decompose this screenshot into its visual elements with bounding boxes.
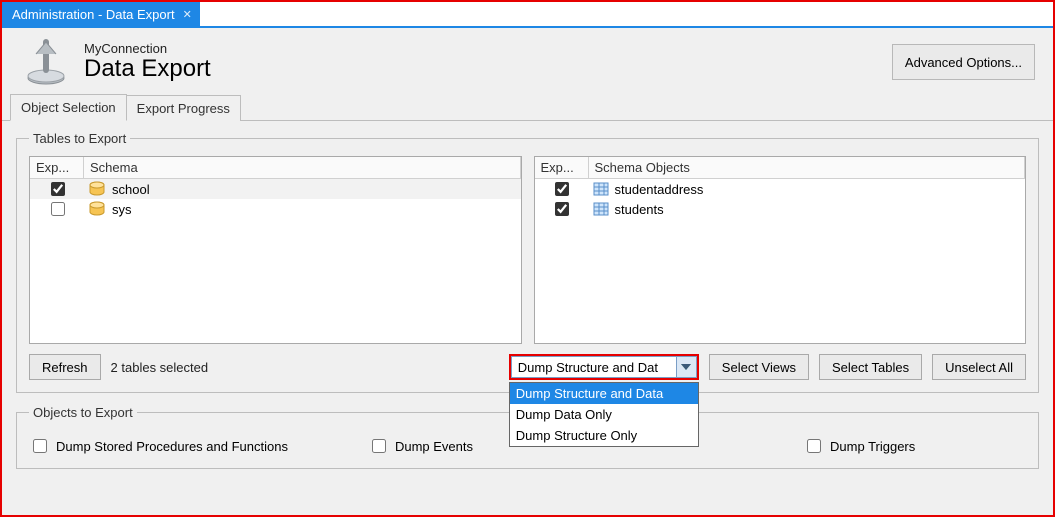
advanced-options-button[interactable]: Advanced Options... [892,44,1035,80]
dump-events-label: Dump Events [395,439,473,454]
schema-col-export[interactable]: Exp... [30,157,84,178]
object-checkbox[interactable] [555,182,569,196]
refresh-button[interactable]: Refresh [29,354,101,380]
database-icon [88,181,106,197]
dump-stored-procs-checkbox[interactable] [33,439,47,453]
dump-triggers-checkbox[interactable] [807,439,821,453]
schema-row[interactable]: school [30,179,521,199]
subtabs: Object Selection Export Progress [2,94,1053,121]
object-checkbox[interactable] [555,202,569,216]
select-tables-button[interactable]: Select Tables [819,354,922,380]
dump-stored-procs-option[interactable]: Dump Stored Procedures and Functions [29,436,288,456]
active-tab-label: Administration - Data Export [12,7,175,22]
objects-list[interactable]: Exp... Schema Objects [534,156,1027,344]
table-icon [593,181,609,197]
tables-to-export-group: Tables to Export Exp... Schema [16,131,1039,393]
dump-mode-value: Dump Structure and Dat [518,360,658,375]
dump-mode-option[interactable]: Dump Structure and Data [510,383,698,404]
selection-status: 2 tables selected [111,360,209,375]
unselect-all-button[interactable]: Unselect All [932,354,1026,380]
dump-mode-option[interactable]: Dump Structure Only [510,425,698,446]
page-header: MyConnection Data Export Advanced Option… [2,28,1053,92]
table-icon [593,201,609,217]
objects-to-export-legend: Objects to Export [29,405,137,420]
schema-checkbox[interactable] [51,182,65,196]
object-name: students [615,202,664,217]
dump-stored-procs-label: Dump Stored Procedures and Functions [56,439,288,454]
schema-name: school [112,182,150,197]
database-icon [88,201,106,217]
chevron-down-icon[interactable] [676,357,696,377]
object-row[interactable]: students [535,199,1026,219]
active-tab[interactable]: Administration - Data Export ✕ [2,2,200,26]
select-views-button[interactable]: Select Views [709,354,809,380]
schema-name: sys [112,202,132,217]
dump-mode-options[interactable]: Dump Structure and Data Dump Data Only D… [509,382,699,447]
connection-name: MyConnection [84,41,211,56]
dump-mode-option[interactable]: Dump Data Only [510,404,698,425]
dump-events-checkbox[interactable] [372,439,386,453]
schema-list[interactable]: Exp... Schema [29,156,522,344]
schema-col-name[interactable]: Schema [84,157,521,178]
schema-checkbox[interactable] [51,202,65,216]
object-row[interactable]: studentaddress [535,179,1026,199]
dump-triggers-label: Dump Triggers [830,439,915,454]
tab-object-selection[interactable]: Object Selection [10,94,127,121]
dump-triggers-option[interactable]: Dump Triggers [803,436,915,456]
window-tabbar: Administration - Data Export ✕ [2,2,1053,28]
schema-row[interactable]: sys [30,199,521,219]
objects-col-name[interactable]: Schema Objects [589,157,1026,178]
tab-export-progress[interactable]: Export Progress [126,95,241,121]
close-icon[interactable]: ✕ [183,8,192,21]
export-icon [20,36,72,88]
objects-col-export[interactable]: Exp... [535,157,589,178]
object-name: studentaddress [615,182,704,197]
page-title: Data Export [84,56,211,82]
dump-events-option[interactable]: Dump Events [368,436,473,456]
tables-to-export-legend: Tables to Export [29,131,130,146]
dump-mode-dropdown[interactable]: Dump Structure and Dat Dump Structure an… [509,354,699,380]
